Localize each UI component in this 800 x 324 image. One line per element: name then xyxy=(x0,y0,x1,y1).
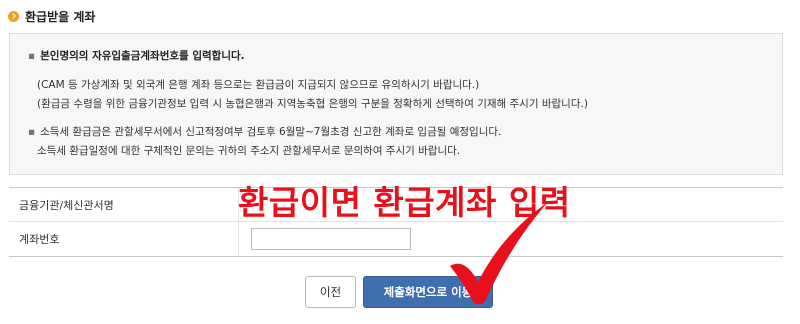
notice-bullet: ▪ xyxy=(28,126,36,138)
account-number-input[interactable] xyxy=(251,228,411,250)
notice-line: 소득세 환급일정에 대한 구체적인 문의는 귀하의 주소지 관할세무서로 문의하… xyxy=(37,145,461,157)
bank-label: 금융기관/체신관서명 xyxy=(9,188,239,221)
account-label: 계좌번호 xyxy=(9,222,239,256)
orange-bullet-icon xyxy=(8,10,19,22)
red-check-mark-icon xyxy=(450,202,548,305)
notice-item: ▪ 소득세 환급금은 관할세무서에서 신고적정여부 검토후 6월말~7월초경 신고… xyxy=(28,124,501,139)
account-row: 계좌번호 xyxy=(9,222,783,256)
section-header: 환급받을 계좌 xyxy=(8,6,95,26)
notice-line: (환급금 수령을 위한 금융기관정보 입력 시 농협은행과 지역농축협 은행의 … xyxy=(37,98,588,110)
notice-line: (CAM 등 가상계좌 및 외국계 은행 계좌 등으로는 환급금이 지급되지 않… xyxy=(37,79,480,91)
notice-box: ▪ 본인명의의 자유입출금계좌번호를 입력합니다. (CAM 등 가상계좌 및 외… xyxy=(9,33,783,175)
notice-item: ▪ 본인명의의 자유입출금계좌번호를 입력합니다. xyxy=(28,48,245,63)
section-title: 환급받을 계좌 xyxy=(25,9,96,24)
notice-line: 본인명의의 자유입출금계좌번호를 입력합니다. xyxy=(40,50,245,62)
prev-button[interactable]: 이전 xyxy=(305,276,356,308)
notice-line: 소득세 환급금은 관할세무서에서 신고적정여부 검토후 6월말~7월초경 신고한… xyxy=(40,126,502,138)
notice-bullet: ▪ xyxy=(28,50,36,62)
